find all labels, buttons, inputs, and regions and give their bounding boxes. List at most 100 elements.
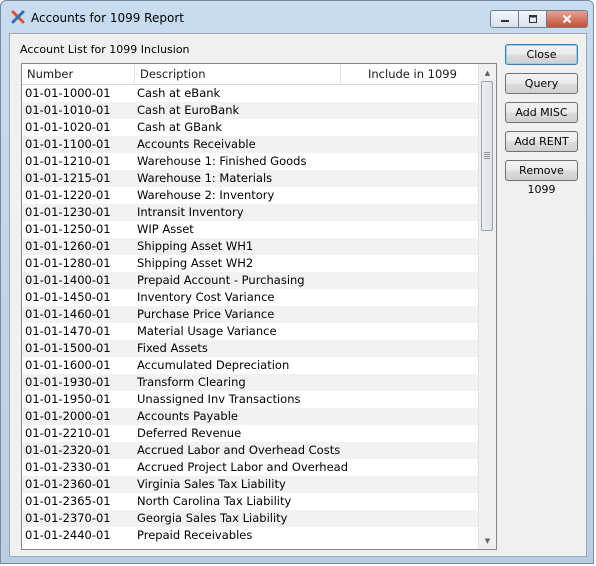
account-number-cell: 01-01-1010-01 [25,103,111,117]
grip-icon [484,152,490,159]
maximize-icon [528,15,537,23]
table-row[interactable]: 01-01-1260-01 Shipping Asset WH1 [22,238,481,255]
account-description-cell: Transform Clearing [137,375,246,389]
table-header: Number Description Include in 1099 [22,64,481,85]
column-header-include-1099[interactable]: Include in 1099 [340,64,481,84]
account-number-cell: 01-01-1460-01 [25,307,111,321]
scroll-up-icon[interactable]: ▲ [479,64,496,81]
column-header-number[interactable]: Number [22,64,134,84]
table-row[interactable]: 01-01-1250-01 WIP Asset [22,221,481,238]
account-number-cell: 01-01-2210-01 [25,426,111,440]
account-description-cell: Prepaid Receivables [137,528,253,542]
table-row[interactable]: 01-01-1400-01 Prepaid Account - Purchasin… [22,272,481,289]
table-row[interactable]: 01-01-1230-01 Intransit Inventory [22,204,481,221]
table-row[interactable]: 01-01-2370-01 Georgia Sales Tax Liability [22,510,481,527]
account-number-cell: 01-01-1100-01 [25,137,111,151]
table-row[interactable]: 01-01-1470-01 Material Usage Variance [22,323,481,340]
account-number-cell: 01-01-1000-01 [25,86,111,100]
app-x-icon [11,10,25,24]
account-description-cell: North Carolina Tax Liability [137,494,292,508]
scroll-thumb[interactable] [481,81,493,231]
table-row[interactable]: 01-01-1460-01 Purchase Price Variance [22,306,481,323]
account-description-cell: Accounts Payable [137,409,238,423]
account-number-cell: 01-01-1220-01 [25,188,111,202]
account-description-cell: Shipping Asset WH1 [137,239,254,253]
query-button[interactable]: Query [505,73,578,94]
close-button[interactable]: Close [505,44,578,65]
minimize-button[interactable] [490,10,519,28]
account-description-cell: Accumulated Depreciation [137,358,290,372]
account-number-cell: 01-01-1020-01 [25,120,111,134]
column-header-description[interactable]: Description [134,64,340,84]
close-icon [562,14,572,24]
add-rent-button[interactable]: Add RENT [505,131,578,152]
account-number-cell: 01-01-1600-01 [25,358,111,372]
table-row[interactable]: 01-01-2360-01 Virginia Sales Tax Liabilit… [22,476,481,493]
table-row[interactable]: 01-01-1950-01 Unassigned Inv Transactions [22,391,481,408]
close-window-button[interactable] [547,10,588,28]
table-row[interactable]: 01-01-1100-01 Accounts Receivable [22,136,481,153]
account-number-cell: 01-01-1450-01 [25,290,111,304]
account-list-table[interactable]: Number Description Include in 1099 01-01… [21,63,497,550]
account-description-cell: Warehouse 1: Finished Goods [137,154,307,168]
account-number-cell: 01-01-2370-01 [25,511,111,525]
table-row[interactable]: 01-01-1500-01 Fixed Assets [22,340,481,357]
account-number-cell: 01-01-1215-01 [25,171,111,185]
title-bar[interactable]: Accounts for 1099 Report [1,1,593,33]
account-number-cell: 01-01-1280-01 [25,256,111,270]
table-row[interactable]: 01-01-2330-01 Accrued Project Labor and O… [22,459,481,476]
account-description-cell: Shipping Asset WH2 [137,256,254,270]
table-row[interactable]: 01-01-1450-01 Inventory Cost Variance [22,289,481,306]
window-title: Accounts for 1099 Report [31,11,184,25]
account-description-cell: WIP Asset [137,222,194,236]
account-description-cell: Fixed Assets [137,341,208,355]
table-row[interactable]: 01-01-2365-01 North Carolina Tax Liabilit… [22,493,481,510]
account-description-cell: Accrued Labor and Overhead Costs [137,443,341,457]
account-description-cell: Warehouse 2: Inventory [137,188,275,202]
account-number-cell: 01-01-2360-01 [25,477,111,491]
account-number-cell: 01-01-2000-01 [25,409,111,423]
table-row[interactable]: 01-01-2000-01 Accounts Payable [22,408,481,425]
table-row[interactable]: 01-01-1000-01 Cash at eBank [22,85,481,102]
maximize-button[interactable] [519,10,547,28]
scroll-down-icon[interactable]: ▼ [479,532,496,549]
account-description-cell: Material Usage Variance [137,324,277,338]
account-number-cell: 01-01-2320-01 [25,443,111,457]
account-description-cell: Intransit Inventory [137,205,244,219]
account-number-cell: 01-01-1950-01 [25,392,111,406]
table-row[interactable]: 01-01-2320-01 Accrued Labor and Overhead … [22,442,481,459]
table-row[interactable]: 01-01-1930-01 Transform Clearing [22,374,481,391]
table-row[interactable]: 01-01-1220-01 Warehouse 2: Inventory [22,187,481,204]
table-body: 01-01-1000-01 Cash at eBank 01-01-1010-01 C… [22,85,481,544]
account-description-cell: Warehouse 1: Materials [137,171,273,185]
table-row[interactable]: 01-01-1280-01 Shipping Asset WH2 [22,255,481,272]
table-row[interactable]: 01-01-1020-01 Cash at GBank [22,119,481,136]
account-number-cell: 01-01-1210-01 [25,154,111,168]
account-list-label: Account List for 1099 Inclusion [20,43,190,56]
table-row[interactable]: 01-01-2210-01 Deferred Revenue [22,425,481,442]
dialog-client-area: Account List for 1099 Inclusion Number D… [9,33,587,557]
account-number-cell: 01-01-1400-01 [25,273,111,287]
account-description-cell: Cash at EuroBank [137,103,240,117]
account-description-cell: Inventory Cost Variance [137,290,275,304]
table-row[interactable]: 01-01-1215-01 Warehouse 1: Materials [22,170,481,187]
table-row[interactable]: 01-01-1010-01 Cash at EuroBank [22,102,481,119]
add-misc-button[interactable]: Add MISC [505,102,578,123]
account-number-cell: 01-01-2440-01 [25,528,111,542]
minimize-icon [500,20,509,22]
account-description-cell: Accounts Receivable [137,137,256,151]
account-description-cell: Prepaid Account - Purchasing [137,273,305,287]
table-row[interactable]: 01-01-2440-01 Prepaid Receivables [22,527,481,544]
account-number-cell: 01-01-1250-01 [25,222,111,236]
account-description-cell: Cash at eBank [137,86,221,100]
account-description-cell: Cash at GBank [137,120,223,134]
account-description-cell: Deferred Revenue [137,426,242,440]
account-description-cell: Purchase Price Variance [137,307,275,321]
vertical-scrollbar[interactable]: ▲ ▼ [478,64,496,549]
account-description-cell: Accrued Project Labor and Overhead [137,460,348,474]
table-row[interactable]: 01-01-1600-01 Accumulated Depreciation [22,357,481,374]
table-row[interactable]: 01-01-1210-01 Warehouse 1: Finished Goods [22,153,481,170]
remove-1099-button[interactable]: Remove 1099 [505,160,578,196]
account-description-cell: Georgia Sales Tax Liability [137,511,288,525]
account-number-cell: 01-01-1500-01 [25,341,111,355]
